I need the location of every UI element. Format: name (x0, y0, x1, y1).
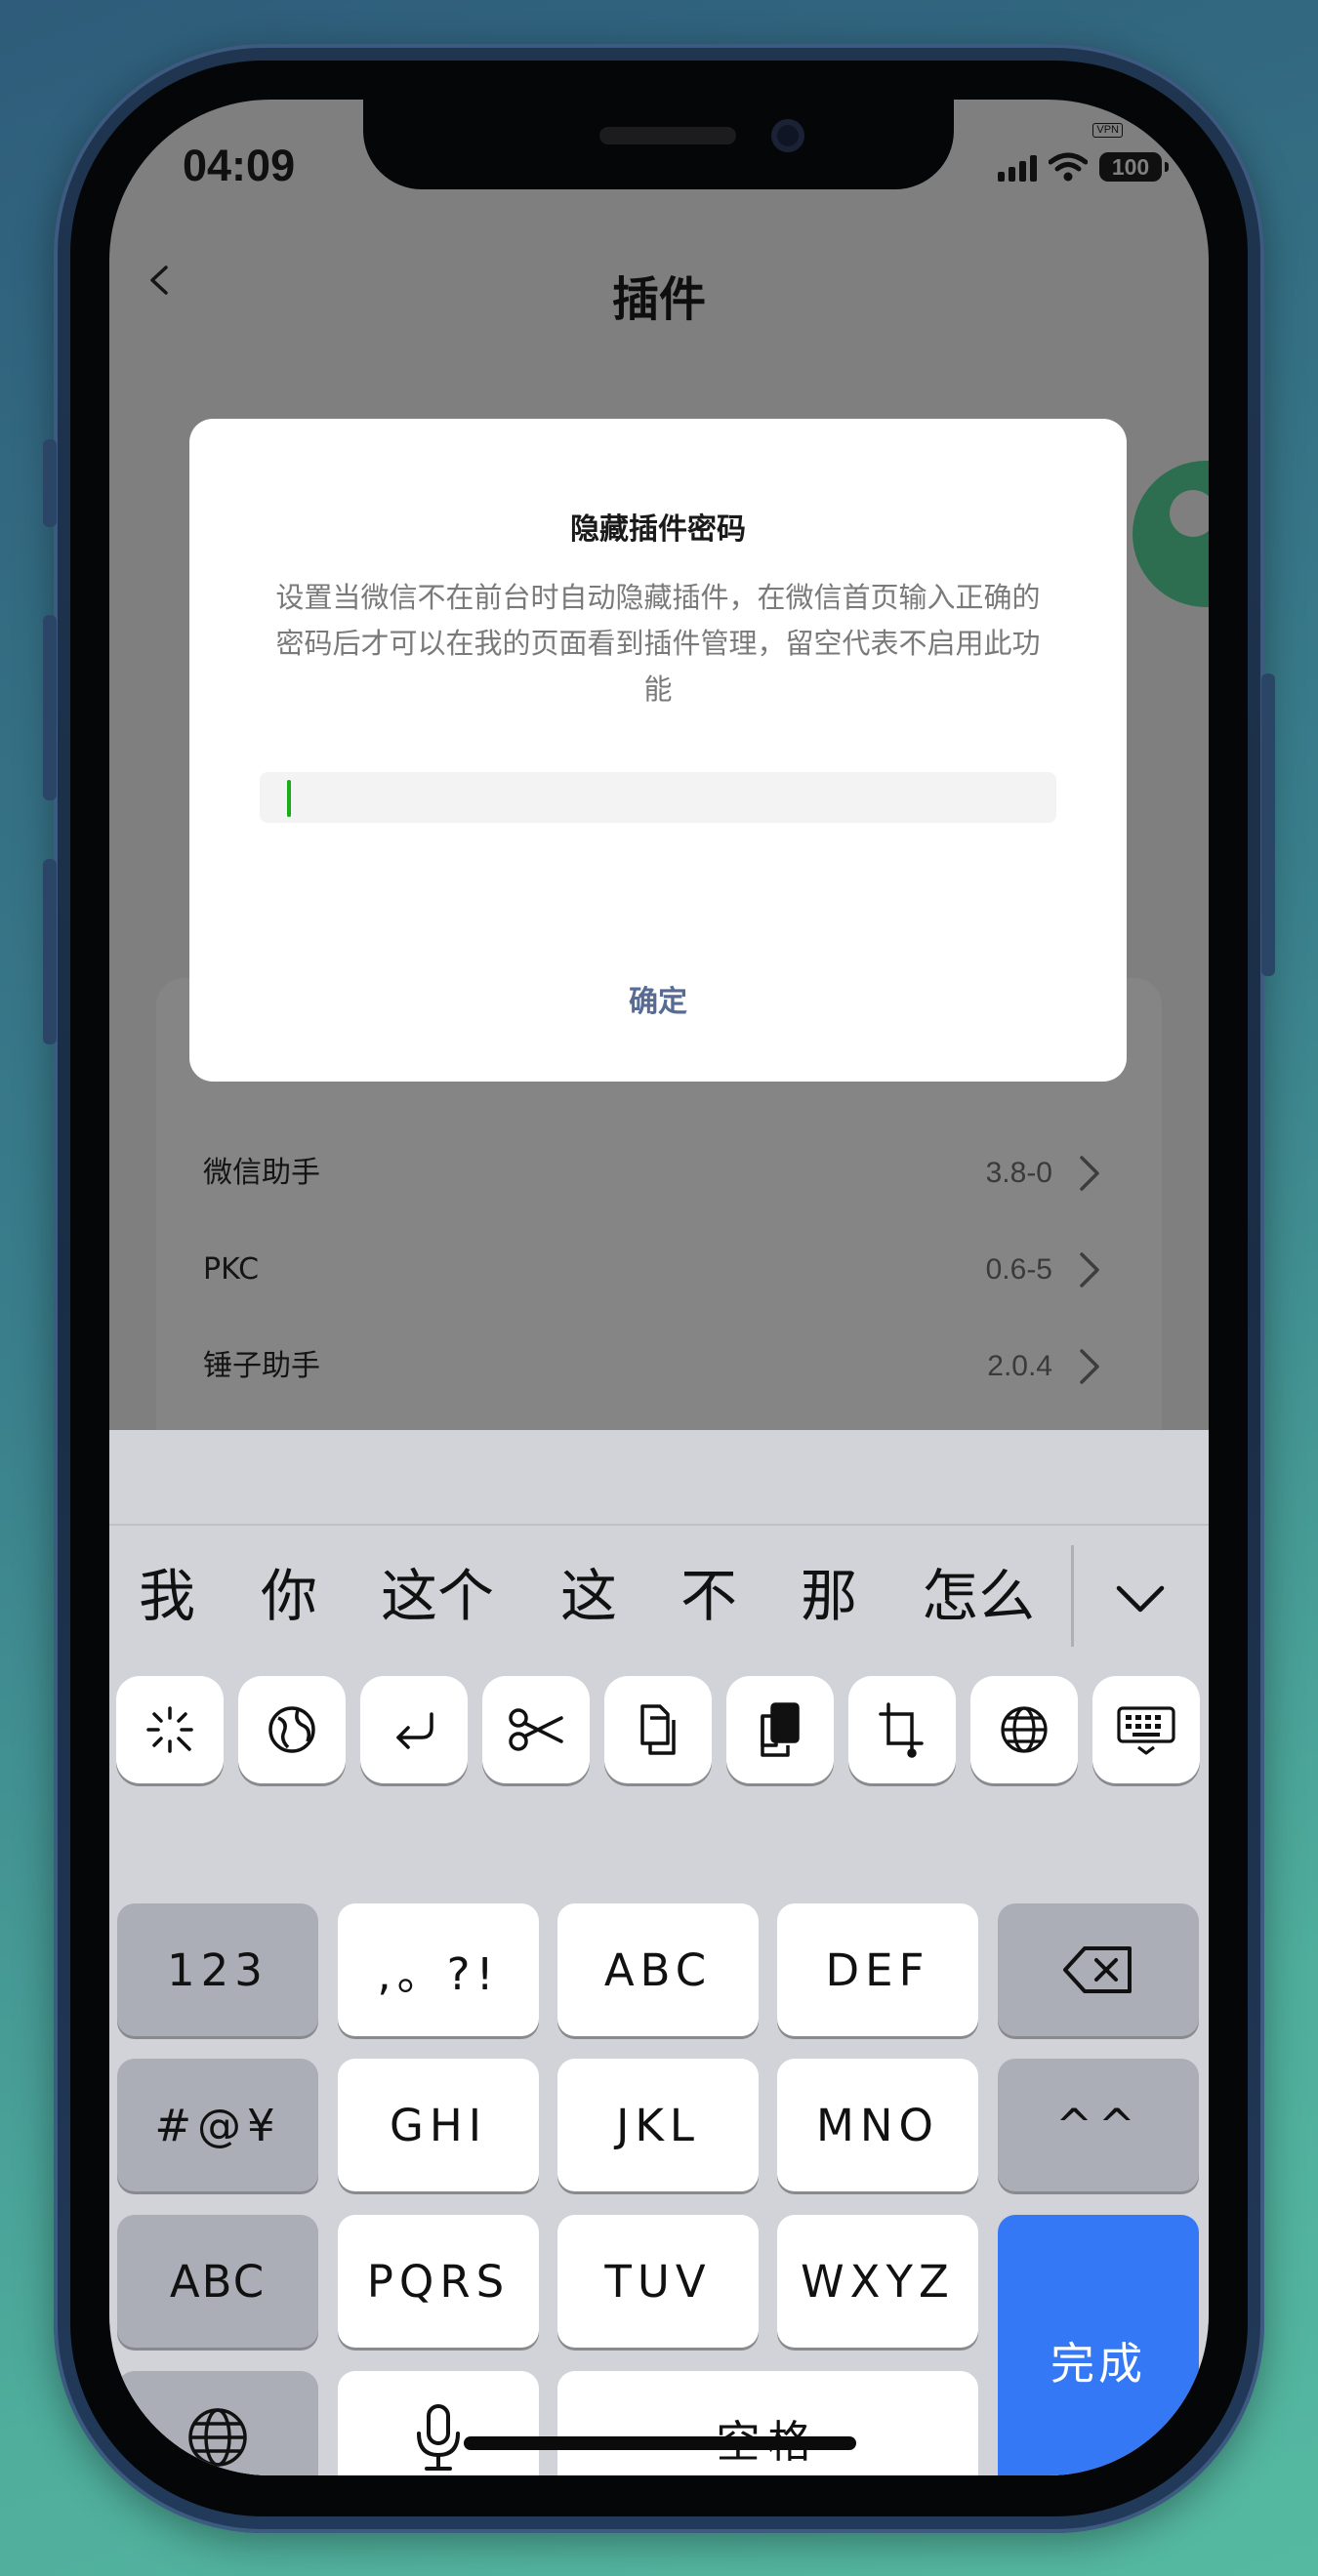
candidate-word[interactable]: 我 (139, 1547, 195, 1645)
magic-key[interactable] (116, 1676, 224, 1783)
side-button-volume-down (43, 859, 57, 1044)
candidate-word[interactable]: 那 (801, 1547, 857, 1645)
chevron-right-icon (1080, 1349, 1099, 1384)
keyboard-hide-icon (1117, 1706, 1175, 1755)
plugin-name: 微信助手 (203, 1156, 320, 1190)
globe-icon (1001, 1706, 1048, 1753)
plugin-row[interactable]: 锤子助手 2.0.4 (156, 1318, 1162, 1415)
wifi-icon (1049, 152, 1088, 182)
key-def[interactable]: DEF (777, 1903, 978, 2036)
password-dialog: 隐藏插件密码 设置当微信不在前台时自动隐藏插件，在微信首页输入正确的密码后才可以… (189, 419, 1127, 1082)
dialog-message: 设置当微信不在前台时自动隐藏插件，在微信首页输入正确的密码后才可以在我的页面看到… (275, 581, 1041, 706)
plugin-row[interactable]: 微信助手 3.8-0 (156, 1124, 1162, 1222)
language-key[interactable] (970, 1676, 1078, 1783)
candidate-separator (1071, 1545, 1074, 1647)
key-pqrs[interactable]: PQRS (338, 2215, 539, 2348)
copy-key[interactable] (604, 1676, 712, 1783)
microphone-key[interactable] (338, 2371, 539, 2475)
candidate-word[interactable]: 这 (560, 1547, 617, 1645)
globe-key[interactable] (117, 2371, 318, 2475)
candidate-word[interactable]: 这个 (381, 1547, 494, 1645)
cellular-signal-icon (998, 154, 1037, 182)
emoji-globe-icon (268, 1706, 315, 1753)
side-button-power (1261, 674, 1275, 976)
plugin-row[interactable]: PKC 0.6-5 (156, 1221, 1162, 1319)
avatar-silhouette (1170, 490, 1209, 537)
status-indicators: 100 (998, 143, 1169, 182)
phone-screen: 04:09 VPN 100 插件 微信助手 3.8-0 PKC 0.6-5 锤子… (109, 100, 1209, 2475)
cut-key[interactable] (482, 1676, 590, 1783)
key-punctuation[interactable]: ,。?! (338, 1903, 539, 2036)
hide-keyboard-key[interactable] (1092, 1676, 1200, 1783)
done-button[interactable]: 完成 (998, 2215, 1199, 2475)
crop-key[interactable] (848, 1676, 956, 1783)
undo-icon (396, 1712, 433, 1749)
key-ghi[interactable]: GHI (338, 2059, 539, 2191)
chevron-right-icon (1080, 1156, 1099, 1191)
space-key[interactable]: 空格 (557, 2371, 978, 2475)
crop-icon (879, 1702, 924, 1758)
candidate-word[interactable]: 不 (680, 1547, 737, 1645)
password-input[interactable] (260, 772, 1056, 823)
notch (363, 100, 954, 189)
home-indicator[interactable] (464, 2436, 856, 2450)
copy-icon (640, 1704, 676, 1755)
key-emoticon[interactable]: ^^ (998, 2059, 1199, 2191)
battery-icon: 100 (1099, 152, 1169, 182)
key-wxyz[interactable]: WXYZ (777, 2215, 978, 2348)
confirm-button[interactable]: 确定 (512, 973, 804, 1032)
battery-level: 100 (1111, 153, 1150, 180)
emoji-key[interactable] (238, 1676, 346, 1783)
candidate-word[interactable]: 你 (261, 1547, 317, 1645)
undo-key[interactable] (360, 1676, 468, 1783)
status-time: 04:09 (183, 141, 296, 190)
front-camera (771, 119, 804, 152)
candidate-word[interactable]: 怎么 (922, 1547, 1035, 1645)
backspace-key[interactable] (998, 1903, 1199, 2036)
plugin-name: 锤子助手 (203, 1349, 320, 1383)
magic-icon (146, 1706, 193, 1753)
keyboard: 我 你 这个 这 不 那 怎么 123 ,。?! ABC DEF #@¥ GHI… (109, 1430, 1209, 2475)
globe-icon (188, 2408, 247, 2467)
plugin-name: PKC (203, 1252, 260, 1287)
plugin-version: 3.8-0 (985, 1157, 1052, 1189)
microphone-icon (417, 2404, 460, 2471)
key-abc-switch[interactable]: ABC (117, 2215, 318, 2348)
speaker (599, 127, 736, 144)
key-symbols[interactable]: #@¥ (117, 2059, 318, 2191)
key-tuv[interactable]: TUV (557, 2215, 759, 2348)
paste-key[interactable] (726, 1676, 834, 1783)
vpn-badge: VPN (1092, 123, 1123, 138)
plugin-version: 2.0.4 (987, 1350, 1052, 1382)
key-jkl[interactable]: JKL (557, 2059, 759, 2191)
page-title: 插件 (611, 272, 706, 327)
side-button-silent (43, 439, 57, 527)
candidate-bar-divider (109, 1524, 1209, 1526)
dialog-title: 隐藏插件密码 (570, 512, 746, 547)
scissors-icon (509, 1708, 563, 1751)
key-abc[interactable]: ABC (557, 1903, 759, 2036)
chevron-down-icon[interactable] (1115, 1574, 1166, 1625)
chevron-right-icon (1080, 1252, 1099, 1288)
side-button-volume-up (43, 615, 57, 800)
key-mno[interactable]: MNO (777, 2059, 978, 2191)
backspace-icon (1063, 1946, 1132, 1993)
paste-icon (761, 1702, 800, 1757)
text-cursor (287, 780, 291, 817)
key-123[interactable]: 123 (117, 1903, 318, 2036)
plugin-version: 0.6-5 (985, 1253, 1052, 1286)
